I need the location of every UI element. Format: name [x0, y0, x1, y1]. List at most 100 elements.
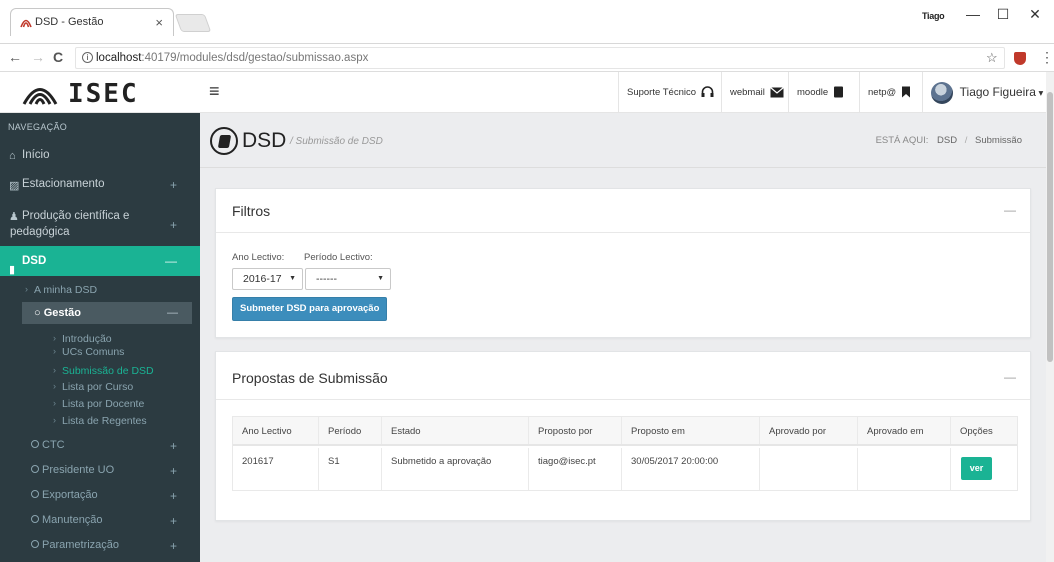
extension-shield-icon[interactable] [1014, 52, 1026, 65]
book-icon: ▮ [9, 264, 16, 276]
hamburger-menu-icon[interactable]: ≡ [209, 81, 220, 102]
webmail-link[interactable]: webmail [721, 72, 792, 113]
maximize-icon[interactable]: ☐ [988, 6, 1018, 23]
main-content: DSD / Submissão de DSD ESTÁ AQUI: DSD / … [200, 113, 1046, 562]
close-window-icon[interactable]: ✕ [1020, 6, 1050, 23]
circle-icon [31, 540, 39, 548]
tab-close-icon[interactable]: × [155, 9, 163, 36]
expand-icon: + [169, 178, 177, 192]
sidebar-item-estacionamento[interactable]: ▨ Estacionamento + [0, 178, 200, 192]
book-circle-icon [210, 127, 238, 155]
column-header: Aprovado por [760, 417, 858, 444]
view-button[interactable]: ver [961, 457, 992, 480]
sidebar-item-ucs-comuns[interactable]: › UCs Comuns [0, 346, 200, 358]
bookmark-star-icon[interactable]: ☆ [986, 50, 998, 66]
webmail-label: webmail [730, 87, 765, 98]
url-host: localhost [96, 52, 142, 64]
page-subtitle: / Submissão de DSD [290, 136, 383, 147]
proposals-panel: Propostas de Submissão — Ano Lectivo Per… [215, 351, 1031, 521]
periodo-lectivo-label: Período Lectivo: [304, 252, 373, 263]
browser-tab[interactable]: DSD - Gestão × [10, 8, 174, 36]
ano-lectivo-label: Ano Lectivo: [232, 252, 285, 263]
collapse-icon[interactable]: — [1004, 203, 1016, 217]
proposals-panel-header: Propostas de Submissão — [216, 352, 1030, 400]
breadcrumb: ESTÁ AQUI: DSD / Submissão [876, 135, 1022, 146]
sidebar-item-exportacao[interactable]: Exportação + [0, 489, 200, 503]
sidebar-item-parametrizacao[interactable]: Parametrização + [0, 539, 200, 553]
sidebar-item-inicio[interactable]: ⌂ Início [0, 149, 200, 162]
ano-lectivo-select[interactable]: 2016-17 ▼ [232, 268, 303, 290]
chevron-right-icon: › [53, 381, 56, 391]
page-header: DSD / Submissão de DSD ESTÁ AQUI: DSD / … [200, 113, 1046, 168]
breadcrumb-label: ESTÁ AQUI: [875, 135, 929, 146]
netpa-label: netp@ [868, 87, 897, 98]
sidebar-item-lista-de-regentes[interactable]: › Lista de Regentes [0, 415, 200, 427]
sidebar-item-lista-por-curso[interactable]: › Lista por Curso [0, 381, 200, 393]
breadcrumb-item-dsd[interactable]: DSD [937, 135, 957, 146]
browser-menu-icon[interactable]: ⋮ [1040, 49, 1054, 66]
table-header-row: Ano Lectivo Período Estado Proposto por … [233, 417, 1017, 446]
sidebar-item-dsd[interactable]: ▮ DSD — [0, 246, 200, 276]
column-header: Ano Lectivo [233, 417, 319, 444]
top-navbar: ≡ Suporte Técnico webmail moodle netp@ T… [200, 72, 1046, 113]
expand-icon: + [169, 464, 177, 478]
support-link[interactable]: Suporte Técnico [618, 72, 722, 113]
expand-icon: + [169, 539, 177, 553]
url-field[interactable]: i localhost:40179/modules/dsd/gestao/sub… [75, 47, 1005, 69]
home-icon: ⌂ [9, 150, 16, 162]
page-scrollbar[interactable] [1046, 72, 1054, 562]
expand-icon: + [169, 439, 177, 453]
support-label: Suporte Técnico [627, 87, 697, 98]
cell-aprovado-em [858, 448, 951, 490]
column-header: Período [319, 417, 382, 444]
car-icon: ▨ [9, 180, 20, 192]
chevron-right-icon: › [53, 346, 56, 356]
chevron-right-icon: › [53, 333, 56, 343]
moodle-label: moodle [797, 87, 829, 98]
periodo-lectivo-value: ------ [316, 273, 337, 285]
proposals-table: Ano Lectivo Período Estado Proposto por … [232, 416, 1018, 491]
sidebar-item-lista-por-docente[interactable]: › Lista por Docente [0, 398, 200, 410]
reload-icon[interactable]: C [53, 49, 63, 65]
sidebar-item-submissao-de-dsd[interactable]: › Submissão de DSD [0, 365, 200, 377]
new-tab-button[interactable] [174, 14, 212, 32]
back-icon[interactable]: ← [8, 49, 22, 65]
chevron-right-icon: › [53, 398, 56, 408]
collapse-icon: — [165, 254, 177, 268]
moodle-link[interactable]: moodle [788, 72, 852, 113]
sidebar-item-label: Lista de Regentes [62, 415, 147, 427]
sidebar-item-presidente-uo[interactable]: Presidente UO + [0, 464, 200, 478]
sidebar-item-label: Lista por Curso [62, 381, 134, 393]
sidebar-item-producao[interactable]: ♟ Produção científica e pedagógica + [0, 208, 200, 240]
sidebar-item-manutencao[interactable]: Manutenção + [0, 514, 200, 528]
submit-dsd-button[interactable]: Submeter DSD para aprovação [232, 297, 388, 321]
sidebar-item-gestao[interactable]: ○ Gestão — [22, 302, 192, 324]
sidebar-item-label: Parametrização [42, 539, 120, 551]
minimize-icon[interactable]: — [958, 6, 988, 22]
netpa-link[interactable]: netp@ [859, 72, 919, 113]
scrollbar-thumb[interactable] [1047, 92, 1053, 362]
sidebar-item-label: Estacionamento [22, 178, 105, 190]
bookmark-icon [901, 86, 910, 98]
sidebar-header: NAVEGAÇÃO [8, 122, 68, 132]
circle-icon [31, 465, 39, 473]
chevron-right-icon: › [25, 284, 28, 294]
collapse-icon[interactable]: — [1004, 370, 1016, 384]
forward-icon[interactable]: → [31, 49, 45, 65]
sidebar-item-introducao[interactable]: › Introdução [0, 333, 200, 345]
expand-icon: + [169, 218, 177, 232]
app-logo[interactable]: ISEC [0, 72, 200, 113]
expand-icon: + [169, 514, 177, 528]
periodo-lectivo-select[interactable]: ------ ▼ [305, 268, 391, 290]
sidebar-item-label: Exportação [42, 489, 98, 501]
filters-panel-header: Filtros — [216, 189, 1030, 233]
info-icon[interactable]: i [82, 52, 93, 63]
user-menu[interactable]: Tiago Figueira ▾ [922, 72, 1046, 113]
sidebar-item-a-minha-dsd[interactable]: › A minha DSD [0, 284, 200, 296]
cell-ano: 201617 [233, 448, 319, 490]
brand-name: ISEC [68, 79, 139, 109]
sidebar-item-ctc[interactable]: CTC + [0, 439, 200, 453]
sidebar: NAVEGAÇÃO ⌂ Início ▨ Estacionamento + ♟ … [0, 113, 200, 562]
circle-icon: ○ [34, 307, 41, 319]
filters-title: Filtros [232, 203, 271, 219]
